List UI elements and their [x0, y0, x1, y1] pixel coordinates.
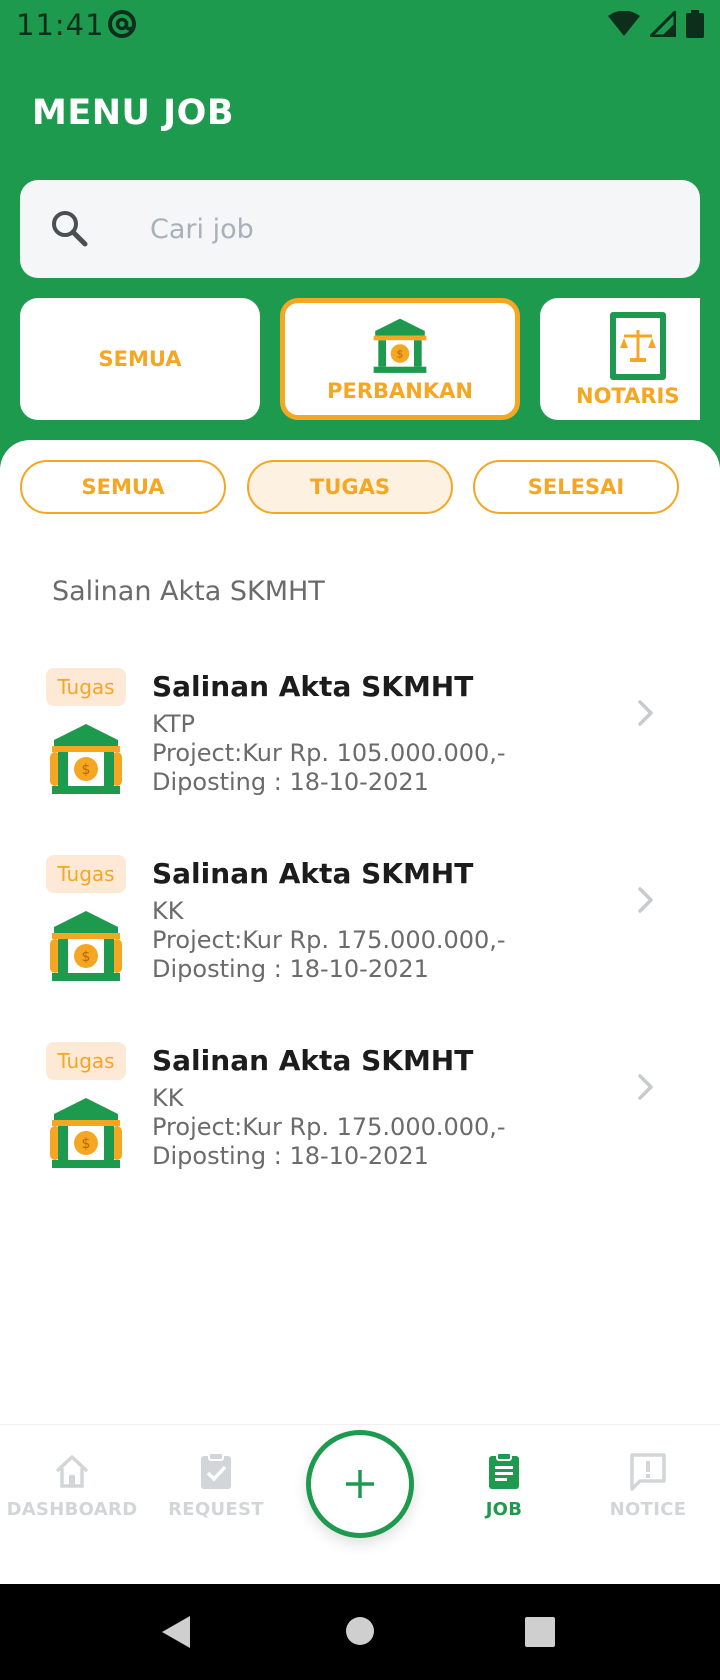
category-card-perbankan[interactable]: $ PERBANKAN	[280, 298, 520, 420]
job-posted-date: Diposting : 18-10-2021	[152, 768, 429, 796]
svg-text:$: $	[82, 762, 91, 778]
job-title: Salinan Akta SKMHT	[152, 1044, 474, 1077]
status-bar: 11:41	[0, 0, 720, 48]
battery-icon	[686, 10, 704, 38]
bank-icon: $	[50, 724, 122, 794]
nav-item-request[interactable]: REQUEST	[144, 1451, 288, 1520]
filter-tugas-button[interactable]: TUGAS	[247, 460, 453, 514]
filter-selesai-button[interactable]: SELESAI	[473, 460, 679, 514]
category-label: SEMUA	[98, 347, 182, 371]
status-badge: Tugas	[46, 855, 126, 893]
svg-text:$: $	[82, 1136, 91, 1152]
home-icon	[55, 1455, 89, 1488]
add-job-button[interactable]	[306, 1430, 414, 1538]
clipboard-list-icon	[489, 1452, 519, 1489]
clipboard-check-icon	[201, 1452, 231, 1489]
job-project: Project:Kur Rp. 175.000.000,-	[152, 926, 506, 954]
job-posted-date: Diposting : 18-10-2021	[152, 955, 429, 983]
job-project: Project:Kur Rp. 175.000.000,-	[152, 1113, 506, 1141]
nav-label: DASHBOARD	[6, 1499, 138, 1520]
chevron-right-icon	[638, 1074, 653, 1100]
job-title: Salinan Akta SKMHT	[152, 857, 474, 890]
wifi-icon	[608, 11, 640, 36]
job-list-item[interactable]: Tugas $ Salinan Akta SKMHT KTP Project:K…	[0, 668, 720, 838]
category-row: SEMUA $ PERBANKAN NOTARIS	[0, 298, 700, 420]
job-document: KTP	[152, 710, 196, 738]
search-box[interactable]	[20, 180, 700, 278]
chevron-right-icon	[638, 700, 653, 726]
nav-item-dashboard[interactable]: DASHBOARD	[0, 1451, 144, 1520]
bank-icon: $	[373, 318, 427, 373]
job-project: Project:Kur Rp. 105.000.000,-	[152, 739, 506, 767]
category-label: NOTARIS	[576, 384, 680, 408]
job-list-item[interactable]: Tugas $ Salinan Akta SKMHT KK Project:Ku…	[0, 855, 720, 1025]
section-title: Salinan Akta SKMHT	[52, 576, 325, 607]
nav-item-job[interactable]: JOB	[432, 1451, 576, 1520]
job-document: KK	[152, 897, 184, 925]
status-badge: Tugas	[46, 1042, 126, 1080]
job-posted-date: Diposting : 18-10-2021	[152, 1142, 429, 1170]
status-time: 11:41	[16, 8, 105, 42]
status-badge: Tugas	[46, 668, 126, 706]
chevron-right-icon	[638, 887, 653, 913]
notary-book-icon	[610, 312, 666, 380]
svg-text:$: $	[397, 347, 404, 360]
bank-icon: $	[50, 1098, 122, 1168]
signal-icon	[650, 11, 676, 37]
plus-icon	[346, 1470, 374, 1498]
nav-label: NOTICE	[609, 1499, 687, 1520]
filter-semua-button[interactable]: SEMUA	[20, 460, 226, 514]
category-card-notaris[interactable]: NOTARIS	[540, 298, 700, 420]
page-title: MENU JOB	[32, 93, 235, 133]
system-navigation-bar	[0, 1584, 720, 1680]
bank-icon: $	[50, 911, 122, 981]
nav-item-notice[interactable]: NOTICE	[576, 1451, 720, 1520]
svg-text:$: $	[82, 949, 91, 965]
job-list-item[interactable]: Tugas $ Salinan Akta SKMHT KK Project:Ku…	[0, 1042, 720, 1212]
job-title: Salinan Akta SKMHT	[152, 670, 474, 703]
nav-label: REQUEST	[168, 1499, 264, 1520]
search-icon	[52, 211, 88, 247]
at-sign-icon	[108, 10, 136, 38]
back-icon[interactable]	[160, 1614, 194, 1650]
nav-label: JOB	[485, 1499, 523, 1520]
recents-icon[interactable]	[525, 1617, 555, 1647]
category-card-semua[interactable]: SEMUA	[20, 298, 260, 420]
chat-alert-icon	[630, 1453, 666, 1491]
job-document: KK	[152, 1084, 184, 1112]
category-label: PERBANKAN	[327, 379, 473, 403]
search-input[interactable]	[150, 206, 670, 252]
home-circle-icon[interactable]	[345, 1616, 375, 1646]
